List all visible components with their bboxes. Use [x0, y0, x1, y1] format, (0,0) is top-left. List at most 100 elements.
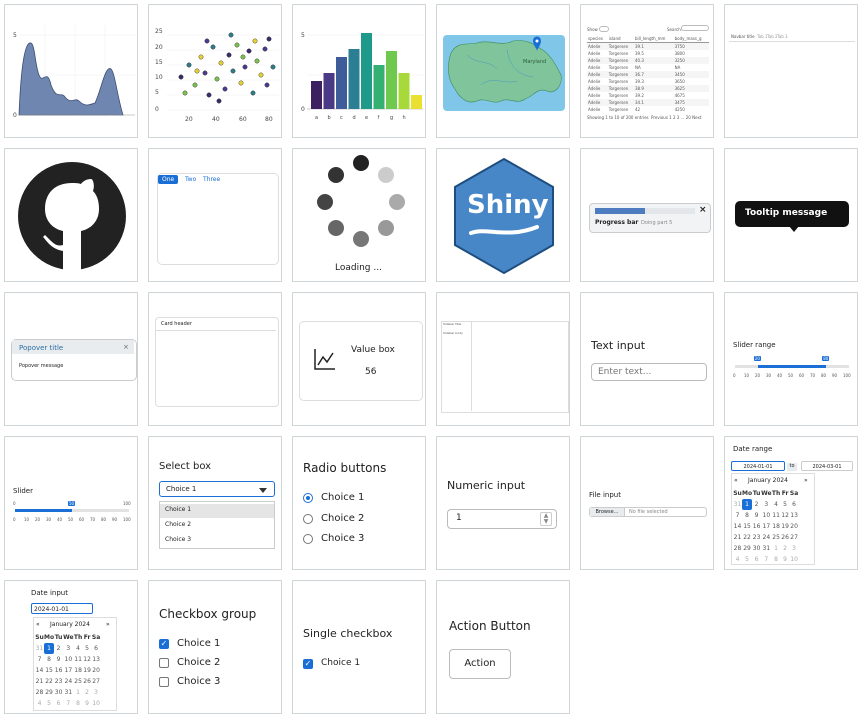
slider-range-high-handle[interactable]: 80 — [822, 356, 830, 361]
calendar-day[interactable]: 30 — [54, 687, 63, 698]
calendar-day[interactable]: 2 — [83, 687, 92, 698]
table-column-header[interactable]: bill_length_mm — [634, 35, 674, 43]
table-pagination[interactable]: Previous 1 2 3 ... 20 Next — [651, 115, 701, 120]
calendar-day[interactable]: 4 — [74, 643, 83, 654]
calendar-day[interactable]: 3 — [761, 499, 771, 510]
calendar-day[interactable]: 30 — [752, 543, 761, 554]
single-checkbox[interactable]: ✓ — [303, 659, 313, 669]
calendar-day[interactable]: 6 — [54, 698, 63, 709]
calendar-day[interactable]: 6 — [92, 643, 101, 654]
slider-range-low-handle[interactable]: 20 — [753, 356, 761, 361]
calendar-day[interactable]: 19 — [781, 521, 790, 532]
slider-handle[interactable]: 50 — [68, 501, 76, 506]
radio-choice-2[interactable] — [303, 514, 313, 524]
action-button[interactable]: Action — [449, 649, 511, 679]
slider-track[interactable] — [15, 509, 129, 512]
page-length-select[interactable] — [599, 26, 609, 32]
calendar-day[interactable]: 8 — [742, 510, 752, 521]
calendar-day[interactable]: 21 — [35, 676, 44, 687]
calendar-day[interactable]: 27 — [92, 676, 101, 687]
navbar-link-1[interactable]: Tab 1 — [757, 34, 768, 39]
calendar-day[interactable]: 20 — [92, 665, 101, 676]
calendar-day[interactable]: 31 — [761, 543, 771, 554]
calendar-day[interactable]: 1 — [44, 643, 55, 654]
calendar-day[interactable]: 5 — [781, 499, 790, 510]
calendar-day[interactable]: 4 — [733, 554, 742, 565]
calendar-day[interactable]: 11 — [772, 510, 781, 521]
calendar-day[interactable]: 2 — [752, 499, 761, 510]
calendar-day[interactable]: 3 — [92, 687, 101, 698]
calendar-day[interactable]: 1 — [742, 499, 753, 510]
table-column-header[interactable]: species — [587, 35, 608, 43]
calendar-day[interactable]: 28 — [733, 543, 742, 554]
calendar-day[interactable]: 18 — [74, 665, 83, 676]
calendar-day[interactable]: 23 — [54, 676, 63, 687]
tab-one[interactable]: One — [158, 175, 179, 184]
calendar-day[interactable]: 9 — [752, 510, 761, 521]
calendar-day[interactable]: 31 — [733, 499, 742, 510]
select-option-1[interactable]: Choice 1 — [165, 506, 191, 513]
calendar-day[interactable]: 5 — [742, 554, 752, 565]
browse-button[interactable]: Browse... — [590, 508, 625, 516]
calendar-day[interactable]: 10 — [790, 554, 799, 565]
calendar-day[interactable]: 3 — [790, 543, 799, 554]
github-icon[interactable] — [5, 149, 138, 282]
calendar-day[interactable]: 23 — [752, 532, 761, 543]
calendar-day[interactable]: 7 — [35, 654, 44, 665]
calendar-day[interactable]: 6 — [790, 499, 799, 510]
calendar-day[interactable]: 25 — [74, 676, 83, 687]
calendar-day[interactable]: 12 — [83, 654, 92, 665]
calendar-day[interactable]: 8 — [772, 554, 781, 565]
calendar-day[interactable]: 13 — [92, 654, 101, 665]
calendar-day[interactable]: 7 — [63, 698, 73, 709]
radio-choice-1[interactable] — [303, 493, 313, 503]
progress-close-icon[interactable]: × — [699, 205, 707, 215]
table-column-header[interactable]: island — [608, 35, 634, 43]
calendar-day[interactable]: 7 — [761, 554, 771, 565]
calendar-day[interactable]: 16 — [54, 665, 63, 676]
calendar-day[interactable]: 9 — [54, 654, 63, 665]
calendar-day[interactable]: 29 — [44, 687, 54, 698]
calendar-day[interactable]: 24 — [63, 676, 73, 687]
spinner-arrows-icon[interactable]: ▲ ▼ — [540, 512, 552, 526]
calendar-day[interactable]: 3 — [63, 643, 73, 654]
tab-two[interactable]: Two — [185, 176, 196, 183]
checkbox-choice-3[interactable] — [159, 677, 169, 687]
slider-range-track[interactable] — [735, 365, 849, 368]
text-input[interactable] — [591, 363, 707, 381]
leaflet-map[interactable]: Maryland — [437, 5, 570, 138]
calendar-day[interactable]: 28 — [35, 687, 44, 698]
date-range-end-input[interactable]: 2024-03-01 — [801, 461, 853, 471]
calendar-day[interactable]: 27 — [790, 532, 799, 543]
navbar-link-3[interactable]: Tab 3 — [777, 34, 788, 39]
calendar-day[interactable]: 4 — [772, 499, 781, 510]
calendar-day[interactable]: 10 — [761, 510, 771, 521]
navbar-link-2[interactable]: Tab 2 — [767, 34, 778, 39]
calendar-day[interactable]: 4 — [35, 698, 44, 709]
select-option-3[interactable]: Choice 3 — [165, 536, 191, 543]
calendar-day[interactable]: 11 — [74, 654, 83, 665]
calendar-day[interactable]: 29 — [742, 543, 752, 554]
calendar-next-icon[interactable]: » — [106, 621, 110, 628]
popover-close-icon[interactable]: × — [123, 343, 129, 351]
calendar-day[interactable]: 5 — [44, 698, 54, 709]
checkbox-choice-2[interactable] — [159, 658, 169, 668]
calendar-day[interactable]: 8 — [74, 698, 83, 709]
calendar-day[interactable]: 15 — [742, 521, 752, 532]
calendar-day[interactable]: 18 — [772, 521, 781, 532]
tab-three[interactable]: Three — [203, 176, 220, 183]
calendar-day[interactable]: 1 — [74, 687, 83, 698]
calendar-day[interactable]: 13 — [790, 510, 799, 521]
calendar-day[interactable]: 10 — [92, 698, 101, 709]
calendar-day[interactable]: 9 — [781, 554, 790, 565]
calendar-day[interactable]: 19 — [83, 665, 92, 676]
numeric-input[interactable]: 1 ▲ ▼ — [447, 509, 557, 529]
radio-choice-3[interactable] — [303, 534, 313, 544]
date-range-start-input[interactable]: 2024-01-01 — [731, 461, 785, 471]
calendar-day[interactable]: 31 — [35, 643, 44, 654]
calendar-day[interactable]: 2 — [781, 543, 790, 554]
calendar-day[interactable]: 22 — [44, 676, 54, 687]
calendar-prev-icon[interactable]: « — [36, 621, 40, 628]
calendar-day[interactable]: 10 — [63, 654, 73, 665]
calendar-day[interactable]: 20 — [790, 521, 799, 532]
